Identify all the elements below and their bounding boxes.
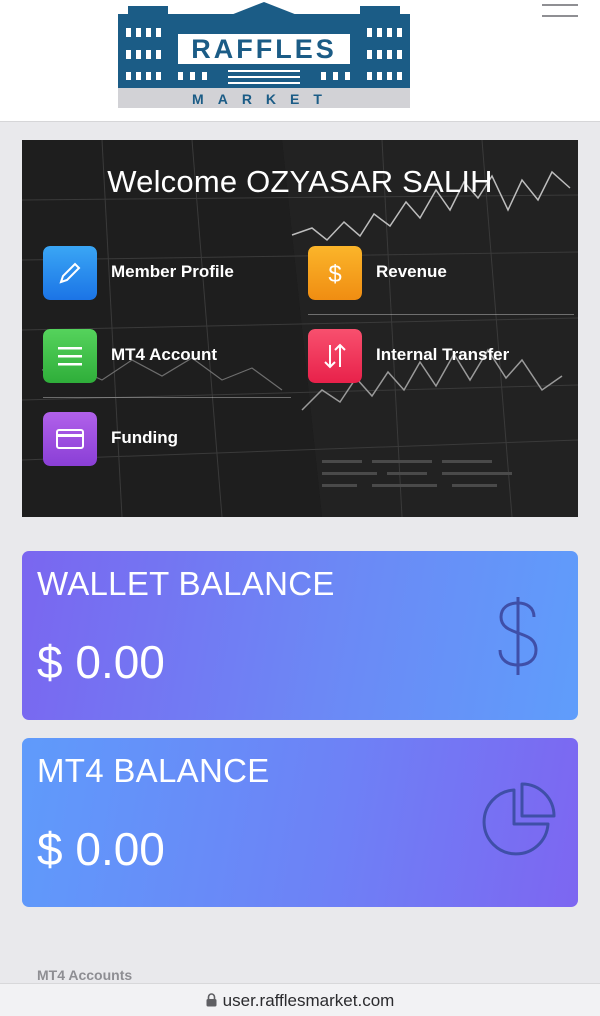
lock-icon — [206, 993, 217, 1007]
menu-label: MT4 Account — [111, 345, 218, 364]
welcome-hero: Welcome OZYASAR SALIH Member Profile $ R… — [22, 140, 578, 517]
header: RAFFLES MARKET — [0, 0, 600, 122]
wallet-balance-card[interactable]: WALLET BALANCE $ 0.00 — [22, 551, 578, 720]
url-text: user.rafflesmarket.com — [222, 991, 395, 1010]
welcome-heading: Welcome OZYASAR SALIH — [107, 164, 493, 199]
list-icon — [43, 329, 97, 383]
pencil-icon — [43, 246, 97, 300]
menu-funding[interactable]: Funding — [43, 412, 263, 466]
menu-mt4-account[interactable]: MT4 Account — [43, 329, 263, 383]
menu-internal-transfer[interactable]: Internal Transfer — [308, 329, 548, 383]
dollar-sign-icon — [498, 597, 538, 675]
mt4-accounts-heading: MT4 Accounts — [37, 967, 133, 983]
card-title: WALLET BALANCE — [37, 565, 335, 602]
mt4-balance-amount: $ 0.00 — [37, 823, 165, 875]
dollar-icon: $ — [308, 246, 362, 300]
menu-label: Internal Transfer — [376, 345, 510, 364]
mt4-balance-card[interactable]: MT4 BALANCE $ 0.00 — [22, 738, 578, 907]
svg-text:$: $ — [328, 261, 341, 288]
svg-text:RAFFLES: RAFFLES — [191, 34, 337, 64]
menu-label: Funding — [111, 428, 179, 447]
browser-url-bar[interactable]: user.rafflesmarket.com — [0, 983, 600, 1016]
menu-revenue[interactable]: $ Revenue — [308, 246, 528, 300]
menu-label: Member Profile — [111, 262, 234, 281]
raffles-market-logo[interactable]: RAFFLES MARKET — [118, 0, 410, 110]
menu-divider — [43, 397, 291, 398]
hamburger-menu-icon[interactable] — [542, 2, 580, 20]
menu-member-profile[interactable]: Member Profile — [43, 246, 263, 300]
menu-label: Revenue — [376, 262, 447, 281]
transfer-arrows-icon — [308, 329, 362, 383]
card-title: MT4 BALANCE — [37, 752, 270, 789]
pie-chart-icon — [482, 782, 556, 856]
url-container: user.rafflesmarket.com — [0, 991, 600, 1011]
card-icon — [43, 412, 97, 466]
wallet-balance-amount: $ 0.00 — [37, 636, 165, 688]
svg-text:MARKET: MARKET — [192, 91, 336, 107]
menu-divider — [308, 314, 574, 315]
